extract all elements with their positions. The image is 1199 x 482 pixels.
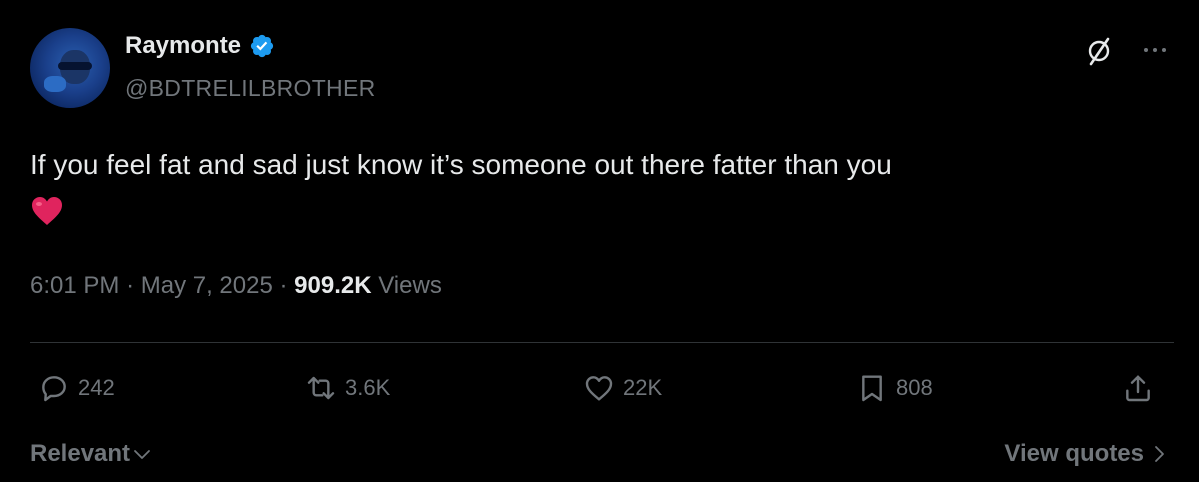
reply-button[interactable]: 242 [38, 372, 115, 404]
share-button[interactable] [1122, 372, 1154, 404]
repost-icon [307, 376, 335, 400]
bookmark-button[interactable]: 808 [856, 372, 933, 404]
tweet-date[interactable]: May 7, 2025 [141, 272, 273, 299]
tweet-text: If you feel fat and sad just know it’s s… [30, 149, 892, 180]
meta-separator: · [279, 272, 288, 299]
more-icon[interactable] [1140, 38, 1170, 62]
repost-count: 3.6K [345, 375, 391, 400]
bookmark-icon [862, 375, 882, 402]
view-quotes-link[interactable]: View quotes [1004, 440, 1166, 468]
views-label: Views [378, 272, 442, 299]
avatar[interactable] [30, 28, 110, 108]
chevron-down-icon [134, 450, 150, 459]
grok-icon[interactable] [1084, 36, 1114, 66]
display-name[interactable]: Raymonte [125, 32, 241, 60]
name-row: Raymonte [125, 32, 275, 60]
like-button[interactable]: 22K [583, 372, 662, 404]
avatar-glasses [58, 62, 92, 70]
bookmark-count: 808 [896, 375, 933, 400]
reply-icon [42, 376, 66, 402]
like-count: 22K [623, 375, 663, 400]
share-icon [1126, 375, 1150, 402]
tweet-meta: 6:01 PM · May 7, 2025 · 909.2K Views [30, 272, 442, 300]
tweet-time[interactable]: 6:01 PM [30, 272, 119, 299]
sort-dropdown[interactable]: Relevant [30, 440, 152, 468]
repost-button[interactable]: 3.6K [305, 372, 390, 404]
verified-badge-icon[interactable] [249, 33, 275, 59]
handle[interactable]: @BDTRELILBROTHER [125, 75, 376, 102]
divider [30, 342, 1174, 343]
chevron-right-icon [1155, 446, 1164, 462]
view-quotes-label: View quotes [1004, 440, 1144, 467]
heart-emoji-icon [30, 195, 64, 227]
meta-separator: · [126, 272, 135, 299]
views-count: 909.2K [294, 272, 372, 299]
reply-count: 242 [78, 375, 115, 400]
like-icon [585, 376, 613, 401]
sort-label: Relevant [30, 440, 131, 467]
avatar-hand [44, 76, 66, 92]
